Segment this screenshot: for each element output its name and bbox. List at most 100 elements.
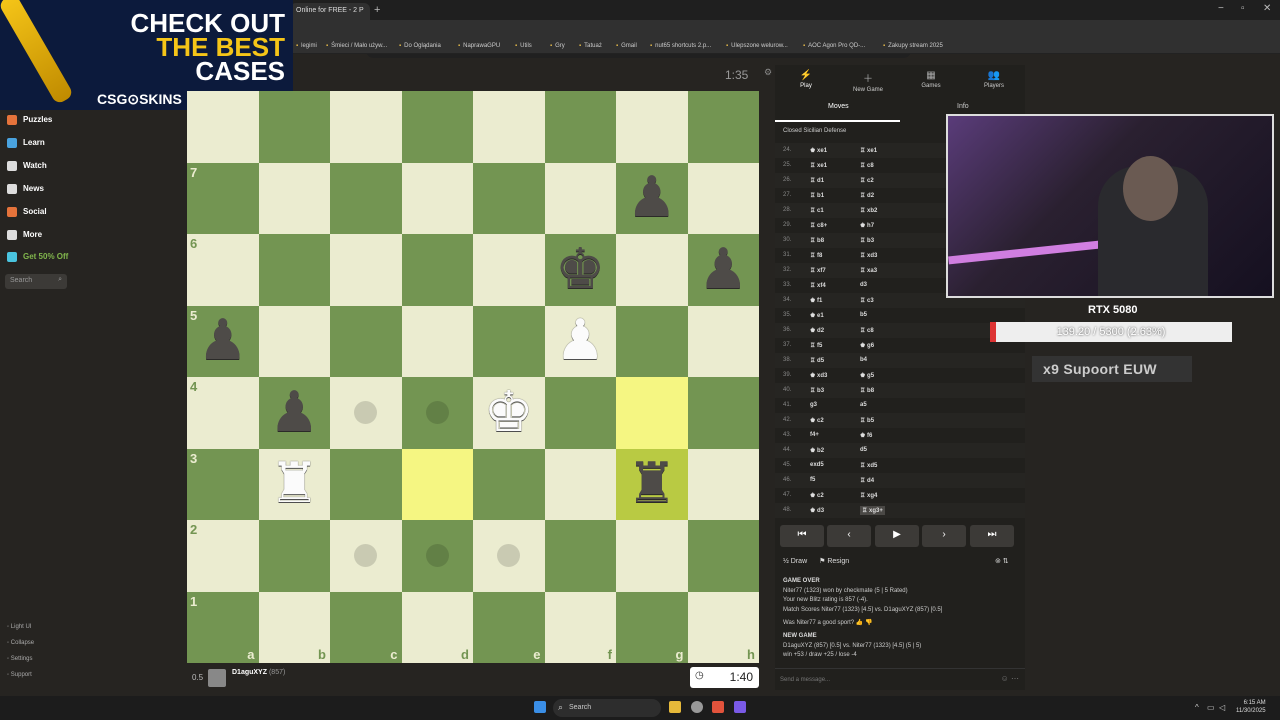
sidebar-item-watch[interactable]: Watch (7, 161, 47, 171)
bookmark-item[interactable]: Utils (515, 43, 532, 49)
black-move[interactable]: b4 (860, 357, 867, 363)
close-window-button[interactable]: ✕ (1263, 3, 1271, 14)
tab-players[interactable]: 👥 Players (963, 70, 1025, 89)
white-move[interactable]: ♖ d1 (810, 177, 824, 184)
white-move[interactable]: f4+ (810, 432, 819, 438)
square-f6[interactable]: ♚ (544, 234, 616, 306)
bookmark-item[interactable]: legimi (296, 43, 317, 49)
sidebar-item-more[interactable]: More (7, 230, 42, 240)
square-e5[interactable] (473, 305, 545, 377)
black-move[interactable]: ♖ xg4 (860, 492, 877, 499)
square-d8[interactable] (401, 91, 473, 163)
square-b7[interactable] (258, 162, 330, 234)
last-move-button[interactable]: ⏭ (970, 525, 1014, 547)
square-a4[interactable]: 4 (187, 377, 259, 449)
thumbs-down-icon[interactable]: 👎 (865, 620, 872, 626)
settings-link[interactable]: Settings (7, 656, 33, 662)
first-move-button[interactable]: ⏮ (780, 525, 824, 547)
new-tab-button[interactable]: + (374, 4, 380, 16)
square-g6[interactable] (616, 234, 688, 306)
bookmark-item[interactable]: nut65 shortcuts 2.p... (650, 43, 711, 49)
white-move[interactable]: ♖ b3 (810, 387, 824, 394)
sidebar-item-learn[interactable]: Learn (7, 138, 45, 148)
white-move[interactable]: ♖ xf4 (810, 282, 826, 289)
square-h7[interactable] (687, 162, 759, 234)
square-e7[interactable] (473, 162, 545, 234)
black-move[interactable]: ♖ xg3+ (860, 506, 885, 515)
square-b5[interactable] (258, 305, 330, 377)
tab-moves[interactable]: Moves (828, 103, 849, 110)
black-move[interactable]: ♖ c2 (860, 177, 874, 184)
white-move[interactable]: ♚ d3 (810, 507, 824, 514)
square-c3[interactable] (330, 448, 402, 520)
legal-move-dot[interactable] (425, 401, 449, 424)
more-options-icon[interactable]: ☺ ⋯ (1001, 674, 1019, 683)
white-move[interactable]: ♚ xd3 (810, 372, 827, 379)
square-h6[interactable]: ♟ (687, 234, 760, 306)
black-pawn-piece[interactable]: ♟ (688, 234, 760, 306)
white-move[interactable]: ♖ b8 (810, 237, 824, 244)
collapse-button[interactable]: Collapse (7, 640, 34, 646)
black-move[interactable]: ♖ xb2 (860, 207, 877, 214)
sidebar-search-input[interactable]: Search ⌕ (5, 274, 67, 289)
square-b2[interactable] (258, 520, 330, 592)
white-move[interactable]: ♚ f1 (810, 297, 822, 304)
black-move[interactable]: ♖ xe1 (860, 147, 877, 154)
white-pawn-piece[interactable]: ♟ (545, 306, 617, 378)
square-b4[interactable]: ♟ (258, 377, 331, 449)
white-move[interactable]: ♖ xe1 (810, 162, 827, 169)
bookmark-item[interactable]: Śmieci / Mało używ... (326, 43, 387, 49)
white-move[interactable]: ♚ c2 (810, 492, 824, 499)
player-name[interactable]: D1aguXYZ (857) (232, 669, 285, 676)
black-rook-piece[interactable]: ♜ (616, 449, 688, 521)
white-move[interactable]: ♖ f5 (810, 342, 822, 349)
square-c5[interactable] (330, 305, 402, 377)
white-move[interactable]: ♖ f8 (810, 252, 822, 259)
black-move[interactable]: ♖ d2 (860, 192, 874, 199)
legal-move-dot[interactable] (497, 544, 520, 567)
promo-link[interactable]: Get 50% Off (7, 252, 68, 262)
white-rook-piece[interactable]: ♜ (259, 449, 331, 521)
square-b1[interactable]: b (258, 591, 330, 663)
white-move[interactable]: f5 (810, 477, 815, 483)
square-g2[interactable] (616, 520, 688, 592)
bookmark-item[interactable]: Tatuaż (579, 43, 602, 49)
square-e6[interactable] (473, 234, 545, 306)
tray-chevron-icon[interactable]: ^ (1195, 703, 1199, 712)
square-a2[interactable]: 2 (187, 520, 259, 592)
black-move[interactable]: ♚ g5 (860, 372, 874, 379)
thumbs-up-icon[interactable]: 👍 (856, 620, 863, 626)
white-move[interactable]: ♖ d5 (810, 357, 824, 364)
square-b3[interactable]: ♜ (258, 448, 331, 521)
square-a3[interactable]: 3 (187, 448, 259, 520)
prev-move-button[interactable]: ‹ (827, 525, 871, 547)
next-move-button[interactable]: › (922, 525, 966, 547)
legal-move-dot[interactable] (425, 544, 449, 567)
white-move[interactable]: ♚ c2 (810, 417, 824, 424)
avatar[interactable] (208, 669, 226, 687)
square-e3[interactable] (473, 448, 545, 520)
square-a1[interactable]: 1a (187, 591, 259, 663)
black-move[interactable]: ♖ b5 (860, 417, 874, 424)
white-move[interactable]: ♚ d2 (810, 327, 824, 334)
support-link[interactable]: Support (7, 672, 32, 678)
app-icon[interactable] (691, 701, 703, 713)
square-c4[interactable] (330, 377, 402, 449)
volume-icon[interactable]: ◁ (1219, 703, 1225, 712)
light-ui-toggle[interactable]: Light UI (7, 624, 32, 630)
black-pawn-piece[interactable]: ♟ (259, 377, 331, 449)
square-e1[interactable]: e (473, 591, 545, 663)
tab-info[interactable]: Info (957, 103, 969, 110)
square-e2[interactable] (473, 520, 545, 592)
black-move[interactable]: ♖ xd5 (860, 462, 877, 469)
square-f7[interactable] (544, 162, 616, 234)
minimize-button[interactable]: − (1218, 3, 1224, 14)
black-move[interactable]: ♖ xa3 (860, 267, 877, 274)
square-d3[interactable] (401, 448, 473, 520)
tab-games[interactable]: ▦ Games (900, 70, 962, 89)
square-d6[interactable] (401, 234, 473, 306)
square-d2[interactable] (401, 520, 473, 592)
square-f3[interactable] (544, 448, 616, 520)
square-a5[interactable]: 5 ♟ (187, 305, 259, 377)
black-pawn-piece[interactable]: ♟ (616, 163, 688, 235)
